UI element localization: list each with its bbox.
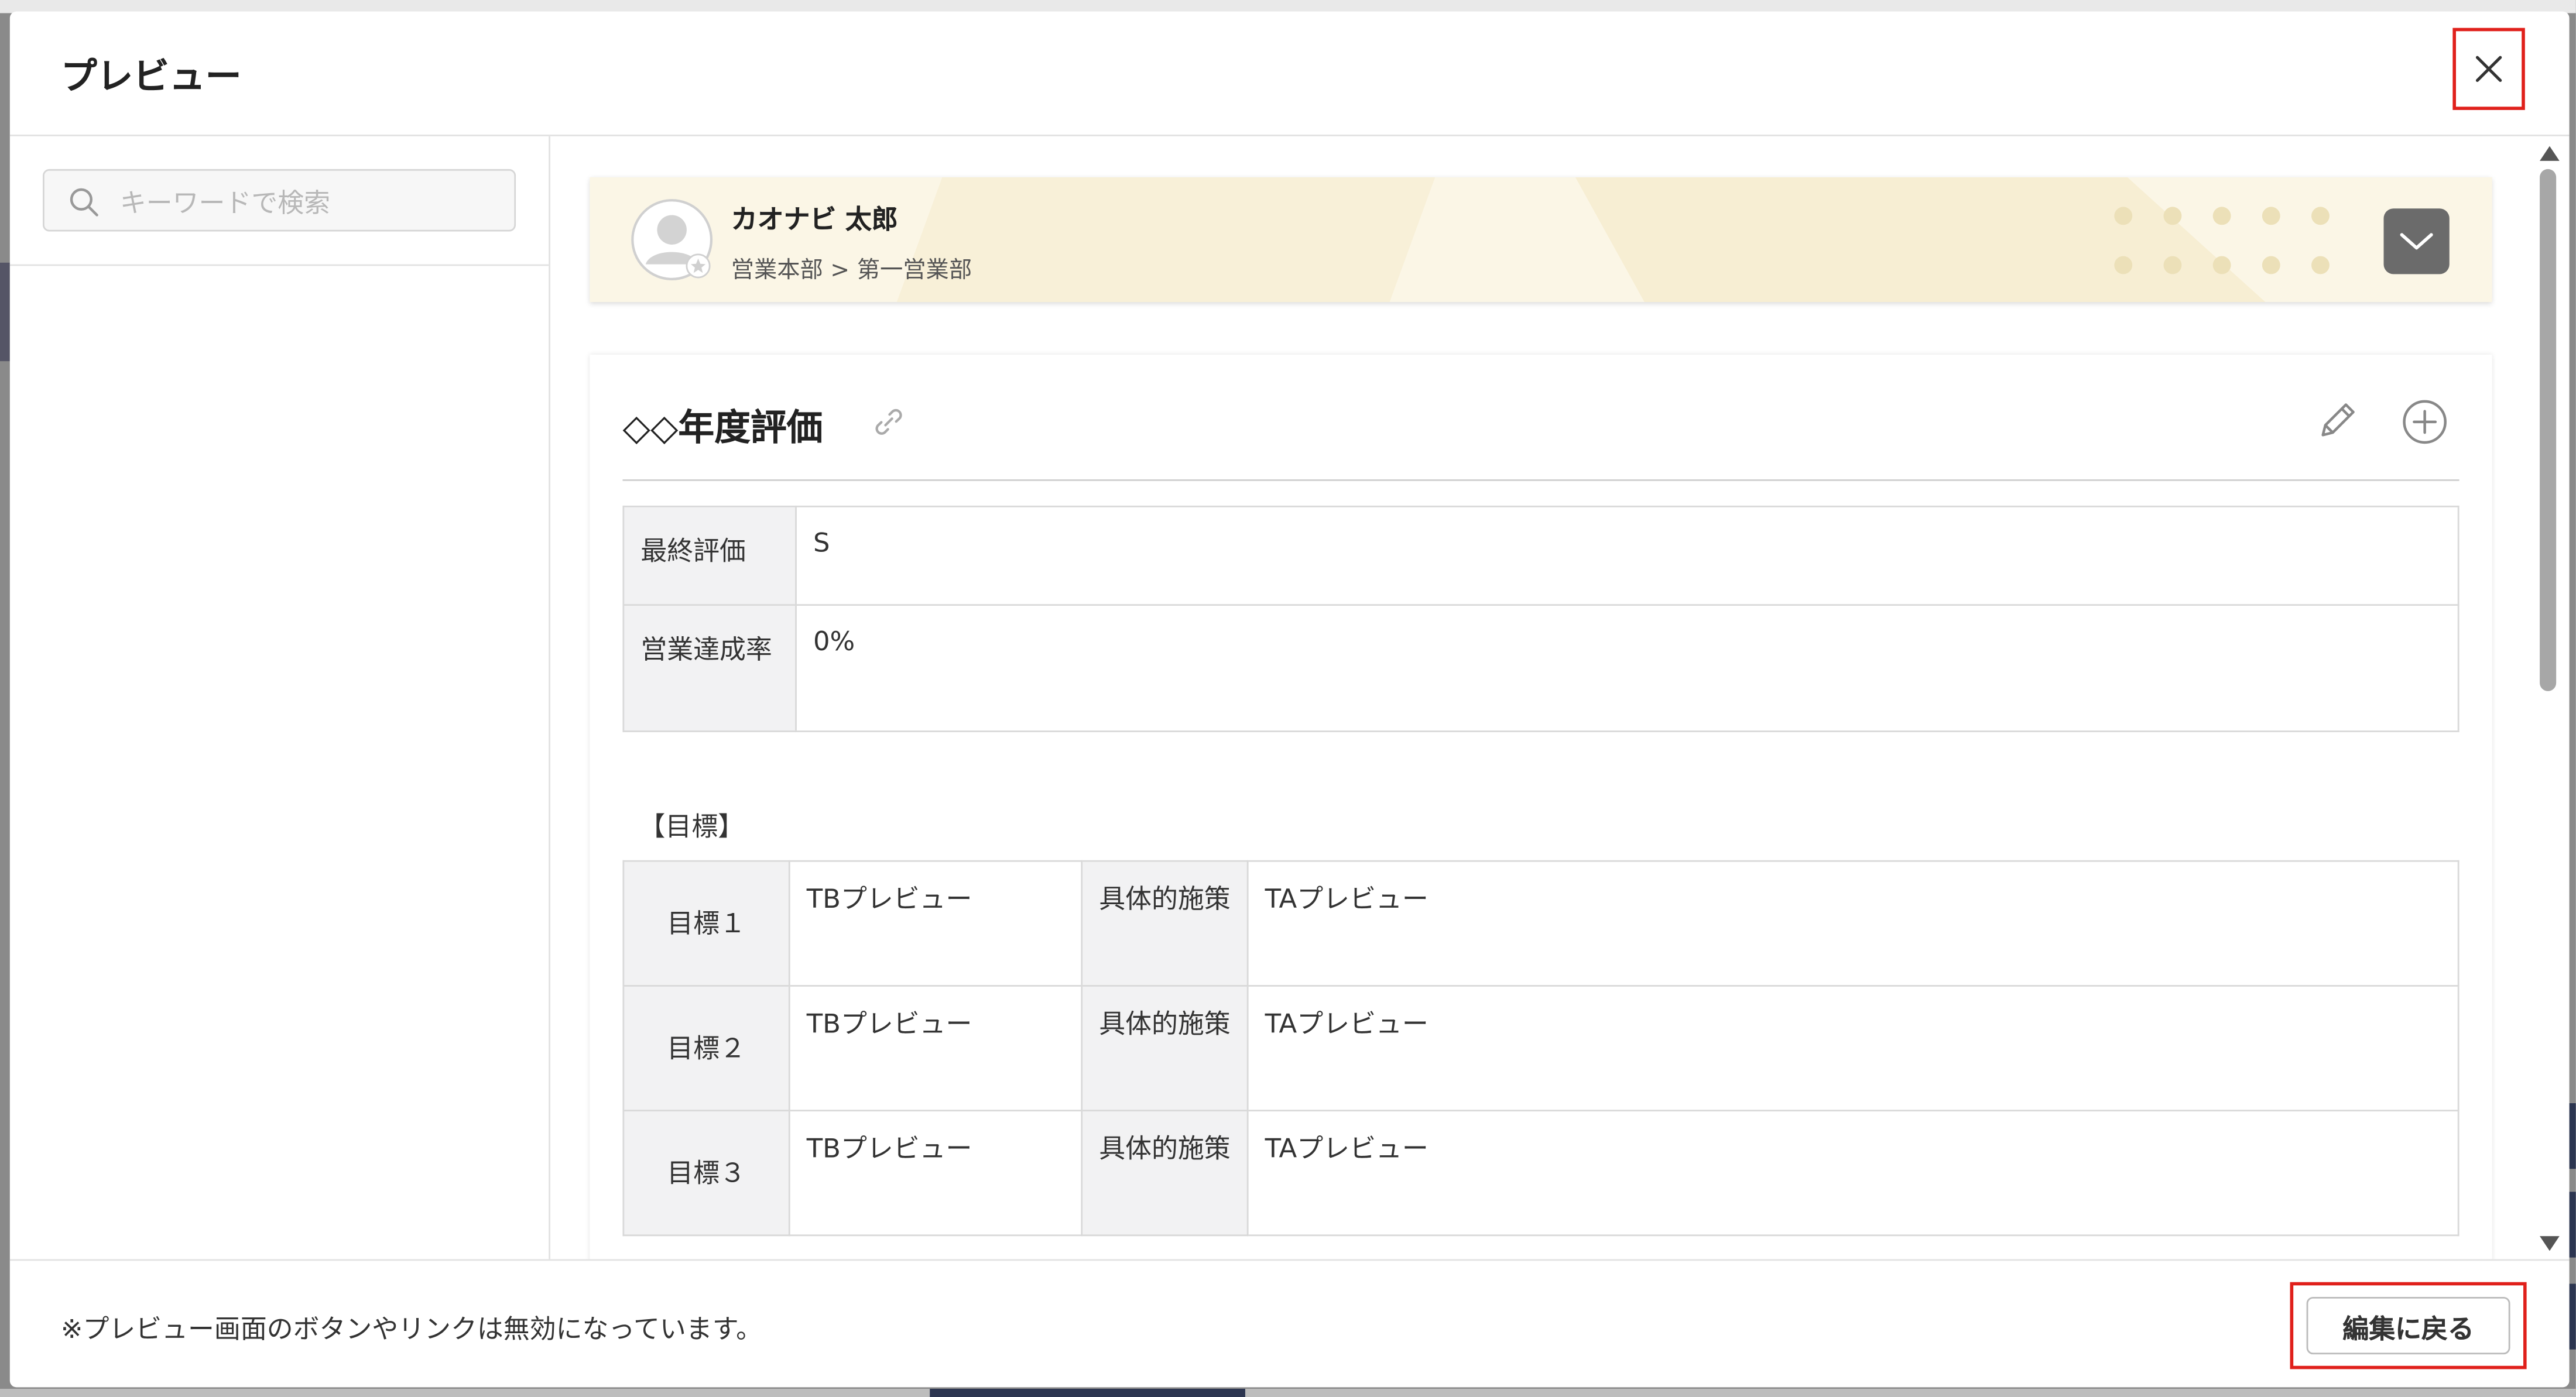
- scroll-up-arrow-icon[interactable]: [2540, 146, 2560, 161]
- table-row: 目標２ TBプレビュー 具体的施策 TAプレビュー: [622, 985, 2459, 1111]
- field-value: S: [795, 505, 2459, 606]
- modal-title: プレビュー: [60, 57, 242, 99]
- field-label: 営業達成率: [622, 604, 797, 733]
- table-row: 営業達成率 0%: [622, 604, 2459, 733]
- decorative-dots: [2114, 207, 2344, 279]
- close-icon: [2475, 56, 2502, 82]
- scrollbar-thumb[interactable]: [2540, 169, 2557, 691]
- scroll-down-arrow-icon[interactable]: [2540, 1236, 2560, 1251]
- evaluation-card: ◇◇年度評価 最終評価 S 営業達成率 0% 【目標】 目標１ TBプレビュー …: [590, 354, 2492, 1259]
- preview-modal: プレビュー キーワードで検索 カオナビ 太郎 営業本部 > 第一営業部 ◇◇年度…: [9, 11, 2570, 1388]
- table-row: 目標３ TBプレビュー 具体的施策 TAプレビュー: [622, 1110, 2459, 1237]
- search-icon: [70, 188, 98, 217]
- screen: プレビュー キーワードで検索 カオナビ 太郎 営業本部 > 第一営業部 ◇◇年度…: [0, 0, 2576, 1397]
- goal-value: TBプレビュー: [788, 860, 1083, 987]
- avatar-placeholder-icon: [631, 199, 713, 280]
- close-button[interactable]: [2452, 28, 2525, 110]
- content-scrollbar[interactable]: [2527, 136, 2570, 1259]
- back-button-highlight: 編集に戻る: [2290, 1282, 2527, 1369]
- employee-department: 営業本部 > 第一営業部: [731, 258, 972, 284]
- expand-profile-button[interactable]: [2383, 208, 2450, 274]
- search-area: [9, 136, 549, 266]
- back-to-edit-button[interactable]: 編集に戻る: [2306, 1296, 2510, 1355]
- chevron-down-icon: [2400, 233, 2433, 250]
- goals-heading: 【目標】: [639, 811, 745, 842]
- table-row: 目標１ TBプレビュー 具体的施策 TAプレビュー: [622, 860, 2459, 987]
- evaluation-table: 最終評価 S 営業達成率 0%: [622, 505, 2459, 733]
- goal-label: 目標１: [622, 860, 790, 987]
- goal-label: 目標３: [622, 1110, 790, 1237]
- link-icon[interactable]: [872, 406, 905, 438]
- measure-label: 具体的施策: [1081, 985, 1249, 1111]
- search-box[interactable]: [42, 169, 516, 232]
- modal-footer: ※プレビュー画面のボタンやリンクは無効になっています。 編集に戻る: [9, 1259, 2570, 1388]
- profile-card: カオナビ 太郎 営業本部 > 第一営業部: [590, 177, 2492, 303]
- goals-table: 目標１ TBプレビュー 具体的施策 TAプレビュー 目標２ TBプレビュー 具体…: [622, 860, 2459, 1237]
- background-app-footer: [0, 1389, 2576, 1397]
- measure-value: TAプレビュー: [1246, 860, 2459, 987]
- evaluation-title: ◇◇年度評価: [622, 409, 823, 450]
- goal-value: TBプレビュー: [788, 1110, 1083, 1237]
- table-row: 最終評価 S: [622, 505, 2459, 606]
- pencil-icon[interactable]: [2315, 397, 2361, 444]
- goal-label: 目標２: [622, 985, 790, 1111]
- search-input[interactable]: [117, 177, 501, 227]
- measure-label: 具体的施策: [1081, 1110, 1249, 1237]
- modal-header: プレビュー: [9, 12, 2570, 136]
- goal-value: TBプレビュー: [788, 985, 1083, 1111]
- left-pane: [9, 136, 551, 1259]
- plus-circle-icon[interactable]: [2400, 397, 2450, 447]
- preview-content: カオナビ 太郎 営業本部 > 第一営業部 ◇◇年度評価 最終評価 S 営業達成率…: [550, 136, 2570, 1259]
- field-value: 0%: [795, 604, 2459, 733]
- field-label: 最終評価: [622, 505, 797, 606]
- preview-disabled-note: ※プレビュー画面のボタンやリンクは無効になっています。: [60, 1313, 763, 1345]
- employee-name: カオナビ 太郎: [731, 203, 898, 235]
- measure-value: TAプレビュー: [1246, 1110, 2459, 1237]
- background-sidebar-fragment: [0, 262, 10, 362]
- title-divider: [622, 479, 2459, 481]
- measure-value: TAプレビュー: [1246, 985, 2459, 1111]
- measure-label: 具体的施策: [1081, 860, 1249, 987]
